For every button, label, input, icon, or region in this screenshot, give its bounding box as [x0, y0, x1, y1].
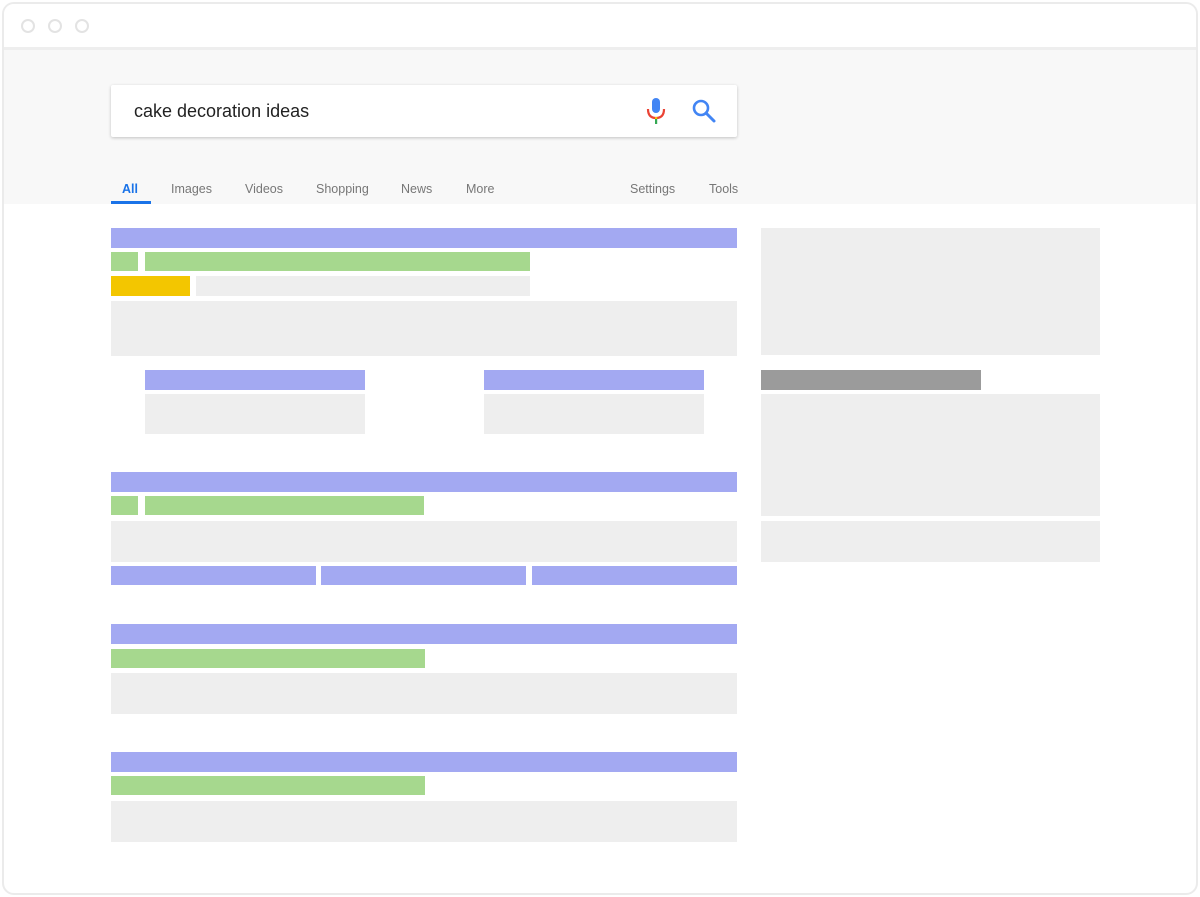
microphone-icon[interactable]	[645, 98, 667, 124]
result-1-sitelink-1-title[interactable]	[145, 370, 365, 390]
browser-window: cake decoration ideas All Images Videos …	[2, 2, 1198, 895]
knowledge-panel-image[interactable]	[761, 228, 1100, 355]
result-1-sitelink-2-title[interactable]	[484, 370, 704, 390]
result-1-title[interactable]	[111, 228, 737, 248]
search-box[interactable]: cake decoration ideas	[111, 85, 737, 137]
result-1-meta	[196, 276, 530, 296]
result-1-snippet	[111, 301, 737, 356]
tab-more[interactable]: More	[466, 181, 494, 197]
result-2-title[interactable]	[111, 472, 737, 492]
tab-all[interactable]: All	[122, 181, 138, 197]
active-tab-indicator	[111, 201, 151, 204]
title-bar	[4, 4, 1196, 50]
result-2-link-1[interactable]	[111, 566, 316, 585]
tab-shopping[interactable]: Shopping	[316, 181, 369, 197]
knowledge-panel-title	[761, 370, 981, 390]
window-close-dot[interactable]	[21, 19, 35, 33]
result-2-favicon	[111, 496, 138, 515]
tab-settings[interactable]: Settings	[630, 181, 675, 197]
result-2-link-2[interactable]	[321, 566, 526, 585]
window-maximize-dot[interactable]	[75, 19, 89, 33]
search-icon[interactable]	[691, 98, 717, 124]
result-2-link-3[interactable]	[532, 566, 737, 585]
result-3-title[interactable]	[111, 624, 737, 644]
knowledge-panel-description	[761, 394, 1100, 516]
tab-images[interactable]: Images	[171, 181, 212, 197]
window-minimize-dot[interactable]	[48, 19, 62, 33]
result-2-url[interactable]	[145, 496, 424, 515]
result-1-url[interactable]	[145, 252, 530, 271]
tab-tools[interactable]: Tools	[709, 181, 738, 197]
result-1-favicon	[111, 252, 138, 271]
result-1-sitelink-2-snippet	[484, 394, 704, 434]
result-4-snippet	[111, 801, 737, 842]
result-1-sitelink-1-snippet	[145, 394, 365, 434]
result-3-url[interactable]	[111, 649, 425, 668]
search-header: cake decoration ideas All Images Videos …	[4, 50, 1196, 204]
tab-news[interactable]: News	[401, 181, 432, 197]
result-4-title[interactable]	[111, 752, 737, 772]
tab-videos[interactable]: Videos	[245, 181, 283, 197]
result-2-snippet	[111, 521, 737, 562]
result-1-ad-badge	[111, 276, 190, 296]
search-input[interactable]: cake decoration ideas	[134, 99, 309, 123]
result-4-url[interactable]	[111, 776, 425, 795]
knowledge-panel-details	[761, 521, 1100, 562]
result-3-snippet	[111, 673, 737, 714]
